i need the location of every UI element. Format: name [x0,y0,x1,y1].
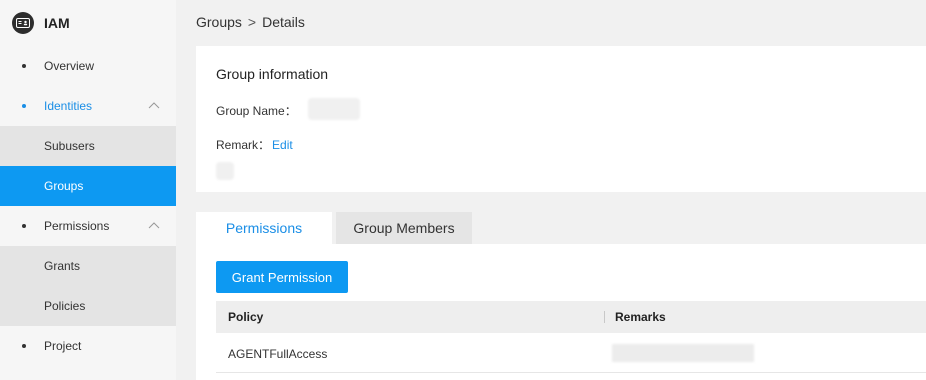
sidebar-item-subusers[interactable]: Subusers [0,126,176,166]
sidebar: IAM Overview Identities Subusers Groups … [0,0,176,380]
app-name: IAM [44,15,70,31]
bullet-icon [22,224,26,228]
detail-tabs: Permissions Group Members [196,212,472,244]
permissions-table: Policy Remarks AGENTFullAccess [216,301,926,373]
chevron-up-icon[interactable] [148,100,160,112]
group-name-row: Group Name： [216,102,297,119]
remark-value-redacted [216,162,234,180]
iam-logo-icon [12,12,34,34]
app-header: IAM [0,0,176,46]
policy-name-cell: AGENTFullAccess [228,347,328,361]
table-header: Policy Remarks [216,301,926,333]
breadcrumb-parent[interactable]: Groups [196,14,242,30]
tab-group-members[interactable]: Group Members [336,212,472,244]
sidebar-item-grants[interactable]: Grants [0,246,176,286]
sidebar-item-label: Project [44,339,82,353]
sidebar-item-identities[interactable]: Identities [0,86,176,126]
sidebar-item-label: Identities [44,99,93,113]
tab-permissions[interactable]: Permissions [196,212,332,244]
grant-permission-button[interactable]: Grant Permission [216,261,348,293]
breadcrumb-separator: > [247,14,257,30]
group-info-card: Group information Group Name： Remark： Edi… [196,46,926,192]
column-header-remarks: Remarks [615,310,666,324]
remarks-cell-redacted [612,344,754,362]
sidebar-item-overview[interactable]: Overview [0,46,176,86]
bullet-icon [22,344,26,348]
breadcrumb-current: Details [262,14,305,30]
edit-remark-link[interactable]: Edit [272,138,293,152]
table-row: AGENTFullAccess [216,333,926,373]
sidebar-item-label: Permissions [44,219,110,233]
sidebar-item-permissions[interactable]: Permissions [0,206,176,246]
group-info-title: Group information [216,66,329,82]
remark-row: Remark： Edit [216,136,293,153]
sidebar-item-groups[interactable]: Groups [0,166,176,206]
group-name-label: Group Name： [216,104,297,118]
sidebar-item-policies[interactable]: Policies [0,286,176,326]
remark-label: Remark： [216,138,271,152]
sidebar-item-label: Overview [44,59,95,73]
column-divider[interactable] [604,311,605,323]
sidebar-item-project[interactable]: Project [0,326,176,366]
bullet-icon [22,104,26,108]
permissions-panel: Grant Permission Policy Remarks AGENTFul… [196,244,926,380]
chevron-up-icon[interactable] [148,220,160,232]
bullet-icon [22,64,26,68]
breadcrumb: Groups > Details [196,14,305,30]
column-header-policy: Policy [228,310,264,324]
group-name-value-redacted [308,98,360,120]
